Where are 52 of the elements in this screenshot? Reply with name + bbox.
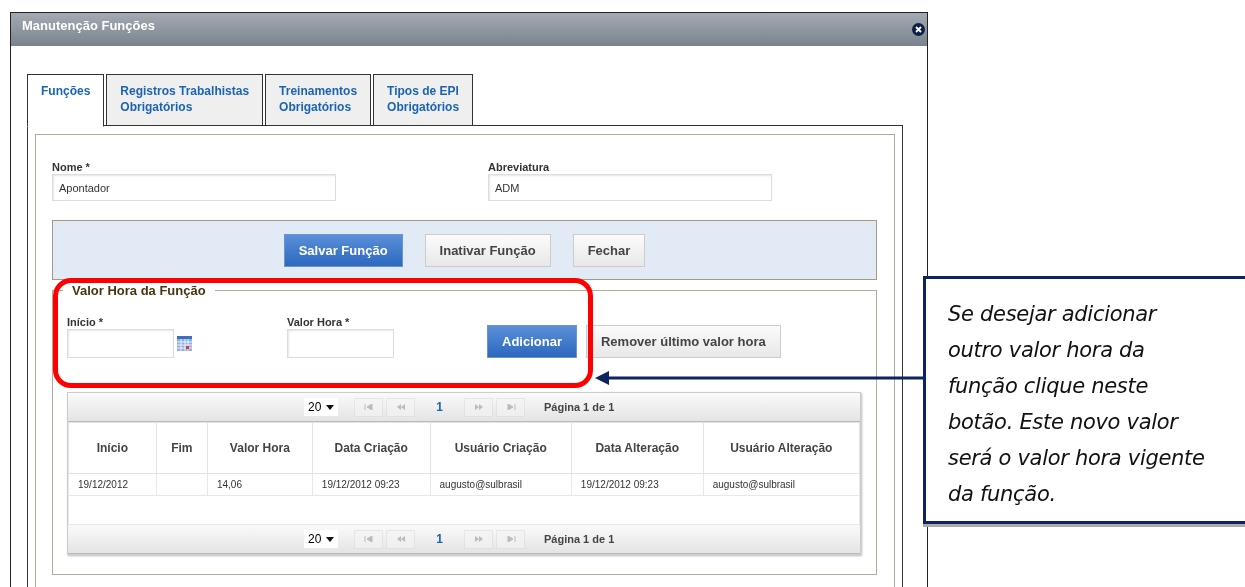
table-cell: 19/12/2012 09:23 <box>312 473 431 496</box>
caret-icon <box>326 404 334 410</box>
table-cell: 19/12/2012 09:23 <box>571 473 704 496</box>
table-cell: 19/12/2012 <box>68 473 157 496</box>
close-icon[interactable] <box>912 23 925 36</box>
action-button[interactable]: Fechar <box>572 233 646 267</box>
column-header[interactable]: Usuário Alteração <box>703 422 860 474</box>
text-field[interactable]: ADM <box>488 174 772 201</box>
column-header[interactable]: Data Criação <box>312 422 431 474</box>
table-cell <box>156 473 208 496</box>
date-field[interactable] <box>67 329 174 358</box>
last-page-button[interactable] <box>496 529 525 549</box>
column-header[interactable]: Fim <box>156 422 208 474</box>
last-page-icon <box>505 536 516 542</box>
last-page-icon <box>505 404 516 410</box>
tab[interactable]: Funções <box>27 74 105 127</box>
text-field[interactable] <box>287 329 394 358</box>
tab[interactable]: Treinamentos Obrigatórios <box>265 74 372 126</box>
text-field[interactable]: Apontador <box>52 174 336 201</box>
calendar-icon[interactable] <box>177 336 192 351</box>
caret-icon <box>326 536 334 542</box>
field-label: Abreviatura <box>488 161 551 173</box>
column-header[interactable]: Usuário Criação <box>430 422 572 474</box>
action-button[interactable]: Salvar Função <box>283 233 403 267</box>
next-page-button[interactable] <box>464 529 493 549</box>
field-label: Valor Hora * <box>287 316 351 328</box>
action-button[interactable]: Adicionar <box>487 325 577 358</box>
double-right-arrow-icon <box>473 404 484 410</box>
field-label: Nome * <box>52 161 91 173</box>
fieldset-legend: Valor Hora da Função <box>63 283 215 298</box>
double-left-arrow-icon <box>395 404 406 410</box>
first-page-icon <box>363 404 374 410</box>
table-cell: augusto@sulbrasil <box>430 473 572 496</box>
first-page-icon <box>363 536 374 542</box>
table-cell: 14,06 <box>207 473 313 496</box>
double-right-arrow-icon <box>473 536 484 542</box>
page-summary: Página 1 de 1 <box>544 401 615 413</box>
tab[interactable]: Registros Trabalhistas Obrigatórios <box>106 74 264 126</box>
callout-text: Se desejar adicionar outro valor hora da função clique neste botão. Este novo valor será o valor hora vigente da função. <box>923 276 1245 524</box>
field-label: Início * <box>67 316 105 328</box>
column-header[interactable]: Data Alteração <box>571 422 704 474</box>
tab[interactable]: Tipos de EPI Obrigatórios <box>373 74 474 126</box>
action-button[interactable]: Inativar Função <box>424 233 551 267</box>
action-button[interactable]: Remover último valor hora <box>585 325 781 358</box>
double-left-arrow-icon <box>395 536 406 542</box>
next-page-button[interactable] <box>464 397 493 417</box>
column-header[interactable]: Início <box>68 422 157 474</box>
window-title: Manutenção Funções <box>22 17 155 33</box>
table-cell: augusto@sulbrasil <box>703 473 860 496</box>
last-page-button[interactable] <box>496 397 525 417</box>
column-header[interactable]: Valor Hora <box>207 422 313 474</box>
page-summary: Página 1 de 1 <box>544 533 615 545</box>
